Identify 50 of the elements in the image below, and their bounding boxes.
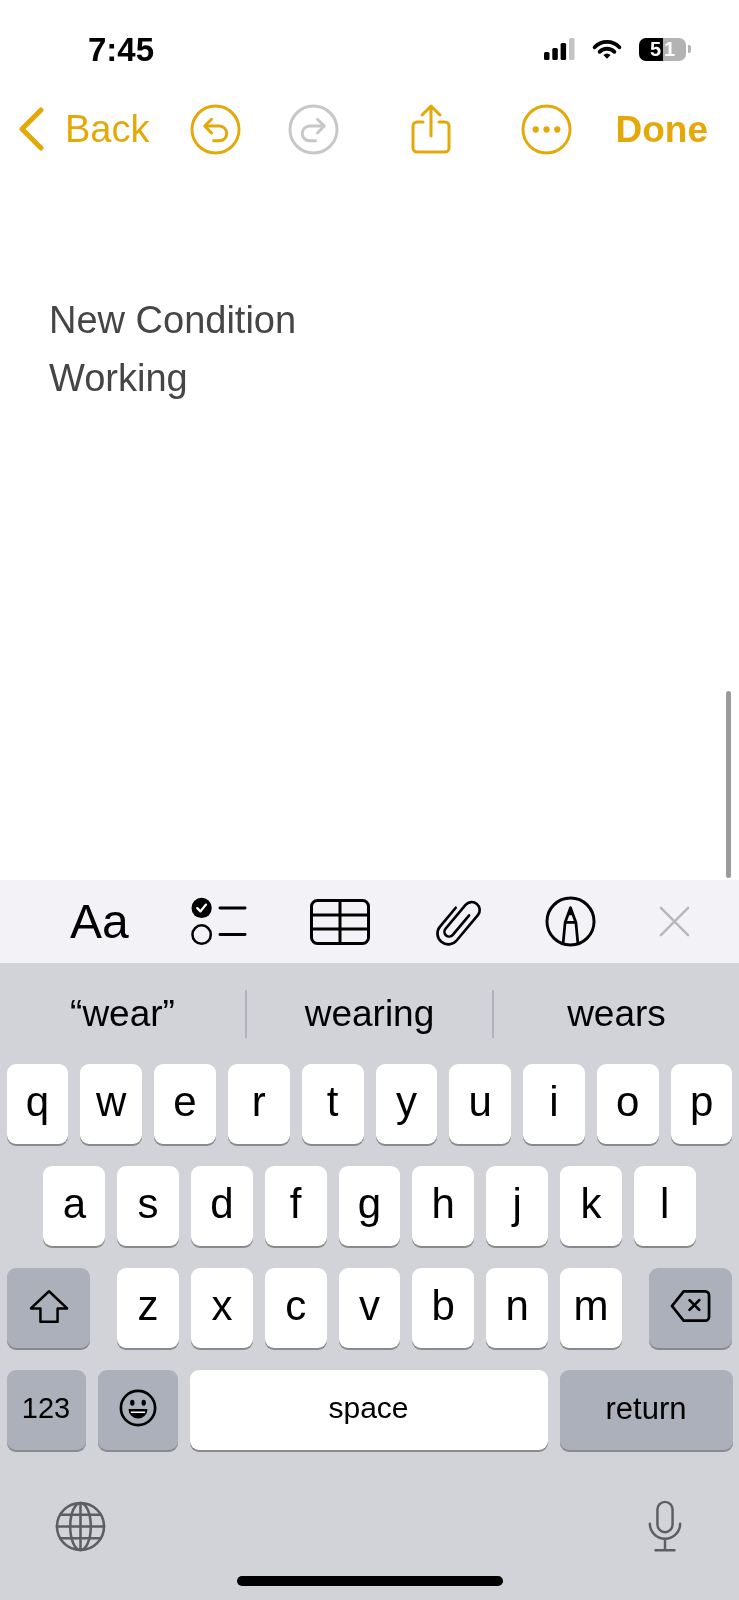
delete-icon <box>669 1289 711 1323</box>
delete-key[interactable] <box>648 1268 732 1348</box>
shift-icon <box>28 1288 69 1324</box>
wifi-icon <box>591 39 623 59</box>
pen-tip-icon[interactable] <box>545 896 597 947</box>
letter-key[interactable]: n <box>486 1268 548 1348</box>
letter-key[interactable]: v <box>338 1268 401 1348</box>
chevron-left-icon <box>18 107 45 151</box>
numbers-key[interactable]: 123 <box>6 1370 86 1450</box>
letter-key[interactable]: w <box>80 1064 143 1144</box>
letter-key[interactable]: a <box>43 1166 106 1246</box>
status-time: 7:45 <box>88 32 155 66</box>
globe-icon[interactable] <box>55 1500 106 1552</box>
letter-key[interactable]: i <box>523 1064 585 1144</box>
letter-key[interactable]: k <box>560 1166 622 1246</box>
letter-key[interactable]: e <box>154 1064 216 1144</box>
letter-key[interactable]: y <box>375 1064 438 1144</box>
letter-key[interactable]: p <box>670 1064 733 1144</box>
note-text-line: Working <box>49 356 188 401</box>
letter-key[interactable]: h <box>412 1166 475 1246</box>
return-key[interactable]: return <box>559 1370 733 1450</box>
checklist-icon[interactable] <box>191 897 248 946</box>
letter-key[interactable]: q <box>6 1064 69 1144</box>
letter-key[interactable]: b <box>412 1268 475 1348</box>
emoji-key[interactable] <box>97 1370 178 1450</box>
smiley-icon <box>118 1389 157 1427</box>
space-bar[interactable]: space <box>189 1370 548 1450</box>
letter-key[interactable]: c <box>264 1268 327 1348</box>
autocorrect-suggestion[interactable]: “wear” <box>0 995 245 1032</box>
note-text-line: New Condition <box>49 298 297 343</box>
letter-key[interactable]: r <box>227 1064 290 1144</box>
letter-key[interactable]: o <box>596 1064 659 1144</box>
letter-key[interactable]: t <box>301 1064 364 1144</box>
table-icon[interactable] <box>310 898 371 945</box>
autocorrect-suggestion[interactable]: wearing <box>247 995 492 1032</box>
autocorrect-suggestion[interactable]: wears <box>494 995 739 1032</box>
microphone-icon[interactable] <box>647 1499 683 1553</box>
letter-key[interactable]: j <box>486 1166 548 1246</box>
letter-key[interactable]: x <box>191 1268 253 1348</box>
signal-icon <box>544 38 575 60</box>
letter-key[interactable]: m <box>560 1268 622 1348</box>
text-format-button[interactable]: Aa <box>70 897 129 946</box>
letter-key[interactable]: l <box>633 1166 696 1246</box>
letter-key[interactable]: u <box>449 1064 512 1144</box>
letter-key[interactable]: g <box>338 1166 401 1246</box>
letter-key[interactable]: d <box>191 1166 253 1246</box>
shift-key[interactable] <box>7 1268 91 1348</box>
letter-key[interactable]: z <box>117 1268 179 1348</box>
letter-key[interactable]: f <box>264 1166 327 1246</box>
letter-key[interactable]: s <box>117 1166 179 1246</box>
